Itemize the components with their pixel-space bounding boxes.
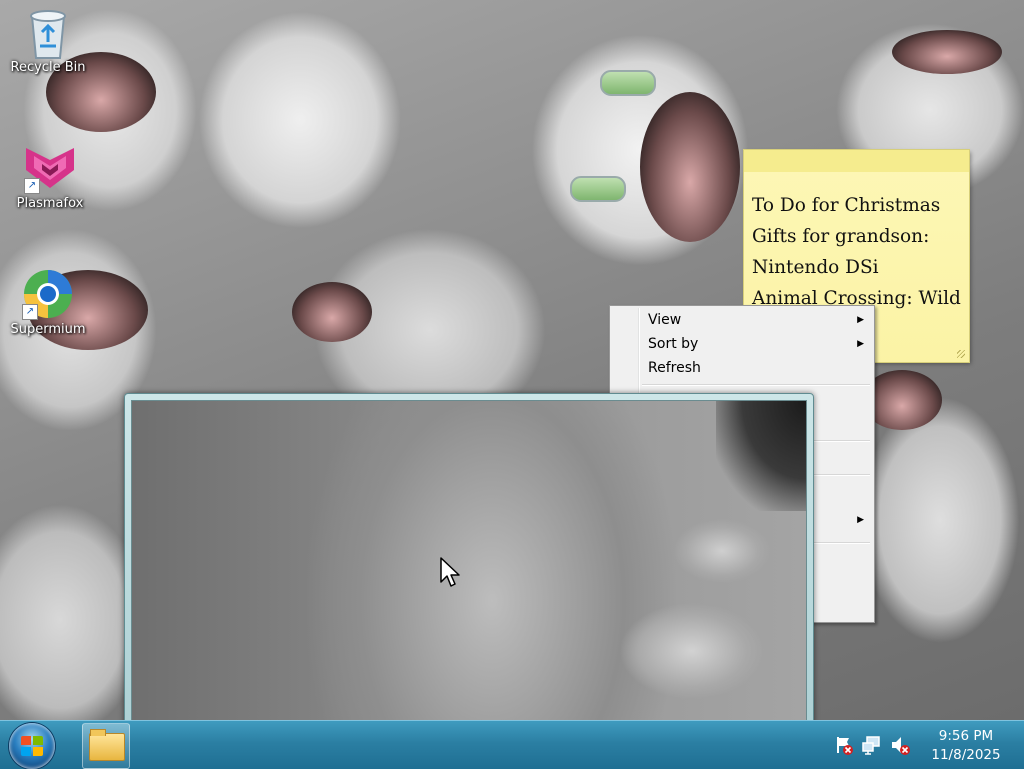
volume-muted-icon[interactable] [890,735,910,755]
preview-image-shadow [716,401,806,511]
submenu-arrow-icon: ▶ [857,339,864,349]
taskbar-clock[interactable]: 9:56 PM 11/8/2025 [924,727,1008,765]
desktop-icon-plasmafox[interactable]: ↗ Plasmafox [2,142,98,211]
wallpaper-figure [892,30,1002,74]
system-tray [830,721,920,769]
taskbar-button-explorer[interactable] [82,723,130,769]
wallpaper-figure [570,176,626,202]
recycle-bin-icon [20,6,76,59]
wallpaper-figure [600,70,656,96]
network-icon[interactable] [862,735,882,755]
mouse-cursor-icon [440,557,460,589]
action-center-flag-icon[interactable] [834,735,854,755]
menu-item-label: Refresh [648,360,701,376]
sticky-note-line: To Do for Christmas [752,195,941,216]
clock-date: 11/8/2025 [931,747,1001,763]
shortcut-arrow-icon: ↗ [22,304,38,320]
desktop-icon-recycle-bin[interactable]: Recycle Bin [0,6,96,75]
wallpaper-figure [292,282,372,342]
menu-item-label: Sort by [648,336,699,352]
folder-icon [89,729,125,761]
menu-item-label: View [648,312,682,328]
submenu-arrow-icon: ▶ [857,515,864,525]
sticky-note-line: Gifts for grandson: [752,226,930,247]
menu-item-view[interactable]: View ▶ [612,308,872,332]
sticky-note-text[interactable]: To Do for Christmas Gifts for grandson: … [752,190,969,314]
menu-item-sort-by[interactable]: Sort by ▶ [612,332,872,356]
desktop-icon-label: Recycle Bin [10,60,86,75]
menu-item-refresh[interactable]: Refresh [612,356,872,380]
resize-grip-icon[interactable] [957,350,965,358]
desktop-icon-supermium[interactable]: ↗ Supermium [0,268,96,337]
window-preview[interactable] [124,393,814,767]
shortcut-arrow-icon: ↗ [24,178,40,194]
desktop-icon-label: Supermium [10,322,86,337]
plasmafox-icon: ↗ [22,142,78,194]
window-preview-content [131,400,807,760]
wallpaper-figure [640,92,740,242]
submenu-arrow-icon: ▶ [857,315,864,325]
sticky-note-line: Nintendo DSi [752,257,879,278]
taskbar: 9:56 PM 11/8/2025 [0,720,1024,769]
windows-logo-icon [21,736,43,756]
sticky-note-title-bar[interactable] [744,150,969,172]
desktop-icon-label: Plasmafox [16,196,84,211]
supermium-icon: ↗ [20,268,76,320]
clock-time: 9:56 PM [938,728,994,744]
start-button[interactable] [9,723,55,769]
menu-separator [642,384,870,385]
